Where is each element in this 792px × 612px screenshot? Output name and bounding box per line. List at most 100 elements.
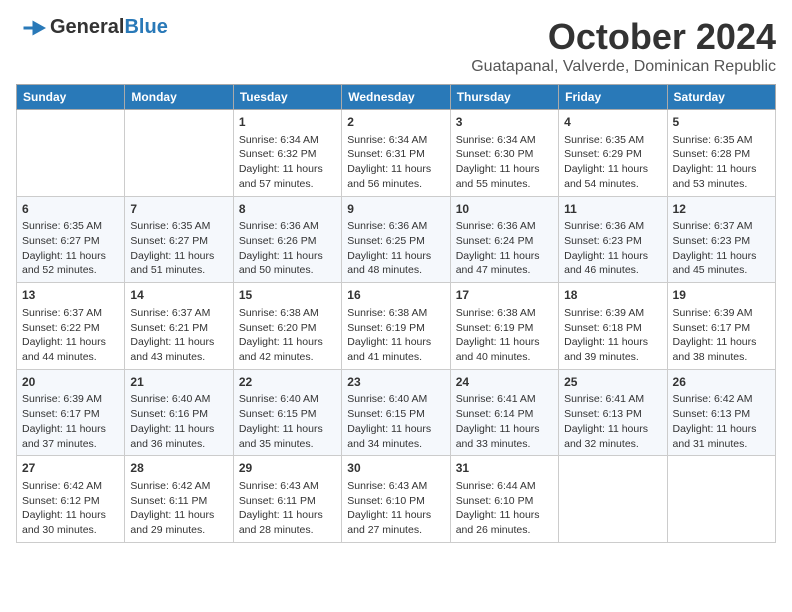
calendar-header-row: Sunday Monday Tuesday Wednesday Thursday…: [17, 85, 776, 110]
calendar-cell: 31Sunrise: 6:44 AMSunset: 6:10 PMDayligh…: [450, 456, 558, 543]
calendar-cell: 23Sunrise: 6:40 AMSunset: 6:15 PMDayligh…: [342, 369, 450, 456]
calendar-cell: 24Sunrise: 6:41 AMSunset: 6:14 PMDayligh…: [450, 369, 558, 456]
cell-info: Sunrise: 6:37 AM: [22, 306, 119, 321]
day-number: 30: [347, 460, 444, 477]
cell-info: Sunrise: 6:44 AM: [456, 479, 553, 494]
calendar-body: 1Sunrise: 6:34 AMSunset: 6:32 PMDaylight…: [17, 110, 776, 543]
cell-info: Daylight: 11 hours and 32 minutes.: [564, 422, 661, 451]
cell-info: Daylight: 11 hours and 56 minutes.: [347, 162, 444, 191]
cell-info: Daylight: 11 hours and 47 minutes.: [456, 249, 553, 278]
calendar-cell: 26Sunrise: 6:42 AMSunset: 6:13 PMDayligh…: [667, 369, 775, 456]
calendar-cell: 18Sunrise: 6:39 AMSunset: 6:18 PMDayligh…: [559, 283, 667, 370]
col-saturday: Saturday: [667, 85, 775, 110]
day-number: 13: [22, 287, 119, 304]
day-number: 18: [564, 287, 661, 304]
calendar-cell: 28Sunrise: 6:42 AMSunset: 6:11 PMDayligh…: [125, 456, 233, 543]
cell-info: Sunset: 6:15 PM: [239, 407, 336, 422]
day-number: 5: [673, 114, 770, 131]
cell-info: Daylight: 11 hours and 45 minutes.: [673, 249, 770, 278]
cell-info: Daylight: 11 hours and 36 minutes.: [130, 422, 227, 451]
calendar-cell: 9Sunrise: 6:36 AMSunset: 6:25 PMDaylight…: [342, 196, 450, 283]
location-subtitle: Guatapanal, Valverde, Dominican Republic: [471, 58, 776, 76]
day-number: 23: [347, 374, 444, 391]
day-number: 25: [564, 374, 661, 391]
cell-info: Daylight: 11 hours and 31 minutes.: [673, 422, 770, 451]
cell-info: Sunrise: 6:40 AM: [130, 392, 227, 407]
cell-info: Sunrise: 6:40 AM: [239, 392, 336, 407]
cell-info: Sunrise: 6:37 AM: [130, 306, 227, 321]
day-number: 21: [130, 374, 227, 391]
cell-info: Sunrise: 6:36 AM: [239, 219, 336, 234]
cell-info: Daylight: 11 hours and 29 minutes.: [130, 508, 227, 537]
calendar-cell: 21Sunrise: 6:40 AMSunset: 6:16 PMDayligh…: [125, 369, 233, 456]
day-number: 3: [456, 114, 553, 131]
calendar-cell: [125, 110, 233, 197]
cell-info: Sunrise: 6:38 AM: [347, 306, 444, 321]
cell-info: Sunset: 6:21 PM: [130, 321, 227, 336]
cell-info: Daylight: 11 hours and 55 minutes.: [456, 162, 553, 191]
day-number: 9: [347, 201, 444, 218]
cell-info: Sunrise: 6:38 AM: [456, 306, 553, 321]
cell-info: Sunrise: 6:36 AM: [347, 219, 444, 234]
cell-info: Daylight: 11 hours and 38 minutes.: [673, 335, 770, 364]
cell-info: Daylight: 11 hours and 46 minutes.: [564, 249, 661, 278]
day-number: 17: [456, 287, 553, 304]
cell-info: Sunrise: 6:42 AM: [130, 479, 227, 494]
calendar-cell: 16Sunrise: 6:38 AMSunset: 6:19 PMDayligh…: [342, 283, 450, 370]
day-number: 22: [239, 374, 336, 391]
cell-info: Sunrise: 6:40 AM: [347, 392, 444, 407]
cell-info: Sunset: 6:11 PM: [130, 494, 227, 509]
cell-info: Sunset: 6:16 PM: [130, 407, 227, 422]
day-number: 15: [239, 287, 336, 304]
cell-info: Sunset: 6:25 PM: [347, 234, 444, 249]
calendar-cell: 3Sunrise: 6:34 AMSunset: 6:30 PMDaylight…: [450, 110, 558, 197]
cell-info: Daylight: 11 hours and 51 minutes.: [130, 249, 227, 278]
calendar-table: Sunday Monday Tuesday Wednesday Thursday…: [16, 84, 776, 543]
calendar-cell: 15Sunrise: 6:38 AMSunset: 6:20 PMDayligh…: [233, 283, 341, 370]
calendar-cell: 4Sunrise: 6:35 AMSunset: 6:29 PMDaylight…: [559, 110, 667, 197]
cell-info: Sunrise: 6:42 AM: [673, 392, 770, 407]
col-tuesday: Tuesday: [233, 85, 341, 110]
cell-info: Sunset: 6:17 PM: [22, 407, 119, 422]
calendar-cell: [17, 110, 125, 197]
day-number: 1: [239, 114, 336, 131]
col-friday: Friday: [559, 85, 667, 110]
calendar-cell: 10Sunrise: 6:36 AMSunset: 6:24 PMDayligh…: [450, 196, 558, 283]
cell-info: Sunrise: 6:43 AM: [239, 479, 336, 494]
cell-info: Daylight: 11 hours and 37 minutes.: [22, 422, 119, 451]
day-number: 2: [347, 114, 444, 131]
col-wednesday: Wednesday: [342, 85, 450, 110]
col-thursday: Thursday: [450, 85, 558, 110]
cell-info: Sunrise: 6:42 AM: [22, 479, 119, 494]
cell-info: Sunset: 6:30 PM: [456, 147, 553, 162]
cell-info: Daylight: 11 hours and 27 minutes.: [347, 508, 444, 537]
cell-info: Sunset: 6:15 PM: [347, 407, 444, 422]
cell-info: Sunset: 6:11 PM: [239, 494, 336, 509]
cell-info: Sunrise: 6:39 AM: [673, 306, 770, 321]
cell-info: Sunrise: 6:35 AM: [130, 219, 227, 234]
day-number: 7: [130, 201, 227, 218]
cell-info: Sunrise: 6:35 AM: [673, 133, 770, 148]
calendar-cell: 2Sunrise: 6:34 AMSunset: 6:31 PMDaylight…: [342, 110, 450, 197]
cell-info: Sunset: 6:26 PM: [239, 234, 336, 249]
cell-info: Sunrise: 6:41 AM: [564, 392, 661, 407]
cell-info: Sunset: 6:27 PM: [130, 234, 227, 249]
day-number: 26: [673, 374, 770, 391]
col-monday: Monday: [125, 85, 233, 110]
day-number: 16: [347, 287, 444, 304]
cell-info: Sunset: 6:28 PM: [673, 147, 770, 162]
calendar-cell: 12Sunrise: 6:37 AMSunset: 6:23 PMDayligh…: [667, 196, 775, 283]
cell-info: Sunrise: 6:39 AM: [22, 392, 119, 407]
calendar-cell: 19Sunrise: 6:39 AMSunset: 6:17 PMDayligh…: [667, 283, 775, 370]
cell-info: Daylight: 11 hours and 35 minutes.: [239, 422, 336, 451]
cell-info: Sunrise: 6:38 AM: [239, 306, 336, 321]
cell-info: Daylight: 11 hours and 34 minutes.: [347, 422, 444, 451]
calendar-cell: 29Sunrise: 6:43 AMSunset: 6:11 PMDayligh…: [233, 456, 341, 543]
cell-info: Sunrise: 6:34 AM: [239, 133, 336, 148]
calendar-cell: 6Sunrise: 6:35 AMSunset: 6:27 PMDaylight…: [17, 196, 125, 283]
cell-info: Daylight: 11 hours and 50 minutes.: [239, 249, 336, 278]
calendar-cell: 11Sunrise: 6:36 AMSunset: 6:23 PMDayligh…: [559, 196, 667, 283]
cell-info: Daylight: 11 hours and 33 minutes.: [456, 422, 553, 451]
day-number: 14: [130, 287, 227, 304]
cell-info: Daylight: 11 hours and 52 minutes.: [22, 249, 119, 278]
